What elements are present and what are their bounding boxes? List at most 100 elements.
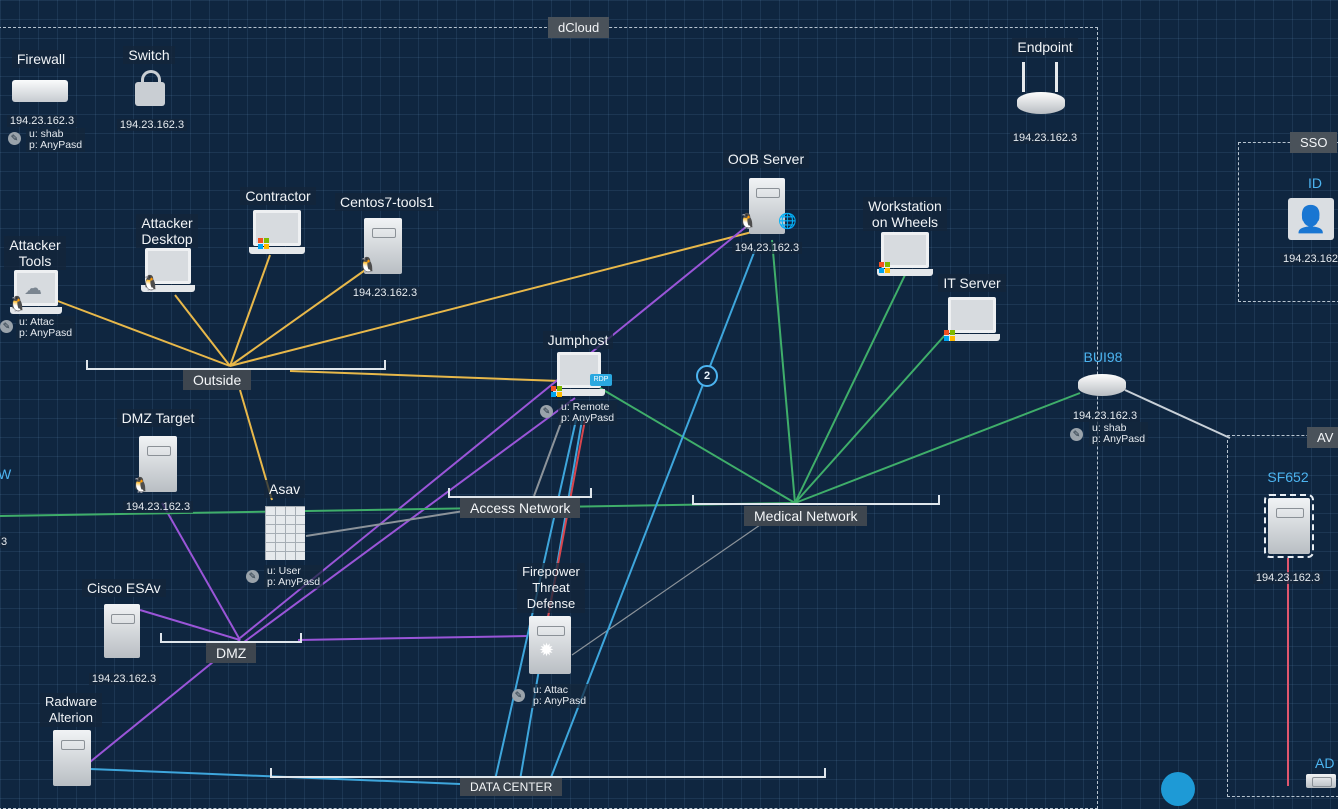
zone-av xyxy=(1227,435,1338,797)
node-endpoint[interactable]: Endpoint xyxy=(1005,38,1085,57)
node-it-server[interactable]: IT Server xyxy=(936,274,1008,293)
oob-ip-wrap: 194.23.162.3 xyxy=(728,238,806,256)
node-firepower[interactable]: Firepower Threat Defense xyxy=(510,563,592,613)
windows-icon xyxy=(879,262,891,274)
firewall-wall-icon[interactable] xyxy=(265,506,305,560)
add-button[interactable] xyxy=(1161,772,1195,806)
endpoint-ip: 194.23.162.3 xyxy=(1009,132,1081,144)
left-edge-ip: .3 xyxy=(0,536,8,548)
cisco-esav-label: Cisco ESAv xyxy=(82,579,166,597)
left-edge-label[interactable]: W xyxy=(0,466,11,482)
node-contractor[interactable]: Contractor xyxy=(240,187,316,206)
asav-pass: p: AnyPasd xyxy=(267,576,321,588)
network-outside[interactable]: Outside xyxy=(183,370,252,390)
firewall-label: Firewall xyxy=(11,50,71,68)
oob-server-ip: 194.23.162.3 xyxy=(731,242,803,254)
attacker-tools-label: Attacker Tools xyxy=(4,236,66,270)
network-dmz[interactable]: DMZ xyxy=(206,643,257,663)
asav-creds: u: User p: AnyPasd xyxy=(264,565,324,589)
jumphost-creds: u: Remote p: AnyPasd xyxy=(558,401,618,425)
firepower-pass: p: AnyPasd xyxy=(533,695,587,707)
cisco-esav-ip: 194.23.162.3 xyxy=(88,673,160,685)
datacenter-bar xyxy=(270,768,826,778)
node-centos[interactable]: Centos7-tools1 xyxy=(335,193,440,212)
antenna-left xyxy=(1022,62,1025,92)
workstation-label: Workstation on Wheels xyxy=(863,197,947,231)
lock-icon[interactable] xyxy=(135,70,165,106)
wrench-icon[interactable]: ✎ xyxy=(540,405,553,418)
cisco-esav-ip-wrap: 194.23.162.3 xyxy=(84,669,164,687)
oob-server-label: OOB Server xyxy=(722,150,810,168)
node-asav[interactable]: Asav xyxy=(264,480,306,499)
zone-sso-label: SSO xyxy=(1290,132,1338,153)
globe-icon: 🌐 xyxy=(778,213,797,230)
network-medical[interactable]: Medical Network xyxy=(744,506,868,526)
antenna-right xyxy=(1055,62,1058,92)
endpoint-ip-wrap: 194.23.162.3 xyxy=(1005,128,1085,146)
outside-bar xyxy=(86,360,386,370)
node-sf652[interactable]: SF652 xyxy=(1258,468,1318,487)
switch-label: Switch xyxy=(123,46,175,64)
network-datacenter[interactable]: DATA CENTER xyxy=(460,778,563,796)
it-server-label: IT Server xyxy=(938,274,1006,292)
jumphost-label: Jumphost xyxy=(542,331,614,349)
asav-label: Asav xyxy=(264,480,306,498)
link-count-badge[interactable]: 2 xyxy=(696,365,718,387)
ad-label[interactable]: AD xyxy=(1310,754,1338,772)
zone-av-label: AV xyxy=(1307,427,1338,448)
centos-label: Centos7-tools1 xyxy=(335,193,440,211)
radware-label: Radware Alterion xyxy=(39,693,103,727)
node-attacker-desktop[interactable]: Attacker Desktop xyxy=(132,214,202,249)
wrench-icon[interactable]: ✎ xyxy=(1070,428,1083,441)
network-access[interactable]: Access Network xyxy=(460,498,581,518)
node-bui98[interactable]: BUI98 xyxy=(1070,348,1136,367)
centos-ip: 194.23.162.3 xyxy=(349,287,421,299)
linux-icon: 🐧 xyxy=(141,275,160,292)
node-switch[interactable]: Switch xyxy=(114,46,184,65)
firewall-icon[interactable] xyxy=(12,80,68,102)
endpoint-label: Endpoint xyxy=(1012,38,1078,56)
dmz-target-ip-wrap: 194.23.162.3 xyxy=(118,497,198,515)
node-radware[interactable]: Radware Alterion xyxy=(36,693,106,727)
wrench-icon[interactable]: ✎ xyxy=(0,320,13,333)
switch-ip: 194.23.162.3 xyxy=(116,119,188,131)
linux-icon: 🐧 xyxy=(8,296,27,313)
server-icon[interactable] xyxy=(104,604,140,658)
dmz-target-label: DMZ Target xyxy=(116,409,200,427)
contractor-label: Contractor xyxy=(240,187,316,205)
jumphost-pass: p: AnyPasd xyxy=(561,412,615,424)
node-dmz-target[interactable]: DMZ Target xyxy=(112,409,204,428)
node-firewall[interactable]: Firewall xyxy=(6,50,76,69)
shield-icon: ✹ xyxy=(539,640,555,660)
firewall-creds: u: shab p: AnyPasd xyxy=(26,128,86,152)
firepower-creds: u: Attac p: AnyPasd xyxy=(530,684,590,708)
node-attacker-tools[interactable]: Attacker Tools xyxy=(2,236,68,271)
bui98-creds: u: shab p: AnyPasd xyxy=(1089,422,1149,446)
firewall-pass: p: AnyPasd xyxy=(29,139,83,151)
node-id[interactable]: ID xyxy=(1300,174,1330,193)
wrench-icon[interactable]: ✎ xyxy=(246,570,259,583)
linux-icon: 🐧 xyxy=(738,213,757,230)
firewall-ip-wrap: 194.23.162.3 xyxy=(4,111,80,129)
node-cisco-esav[interactable]: Cisco ESAv xyxy=(82,579,166,598)
node-jumphost[interactable]: Jumphost xyxy=(540,331,616,350)
router-icon[interactable] xyxy=(1078,374,1126,396)
wrench-icon[interactable]: ✎ xyxy=(8,132,21,145)
dmz-target-ip: 194.23.162.3 xyxy=(122,501,194,513)
node-workstation[interactable]: Workstation on Wheels xyxy=(862,197,948,232)
wrench-icon[interactable]: ✎ xyxy=(512,689,525,702)
bui98-pass: p: AnyPasd xyxy=(1092,433,1146,445)
access-bar xyxy=(448,488,592,498)
firepower-label: Firepower Threat Defense xyxy=(517,563,585,613)
linux-icon: 🐧 xyxy=(131,477,150,494)
node-oob-server[interactable]: OOB Server xyxy=(720,150,812,169)
server-icon[interactable] xyxy=(1264,494,1314,558)
medical-bar xyxy=(692,495,940,505)
id-label: ID xyxy=(1308,175,1322,191)
switch-ip-wrap: 194.23.162.3 xyxy=(114,115,190,133)
user-icon[interactable]: 👤 xyxy=(1288,198,1334,240)
router-icon[interactable] xyxy=(1017,92,1065,114)
server-icon[interactable] xyxy=(53,730,91,786)
attacker-tools-pass: p: AnyPasd xyxy=(19,327,73,339)
windows-icon xyxy=(258,238,270,250)
